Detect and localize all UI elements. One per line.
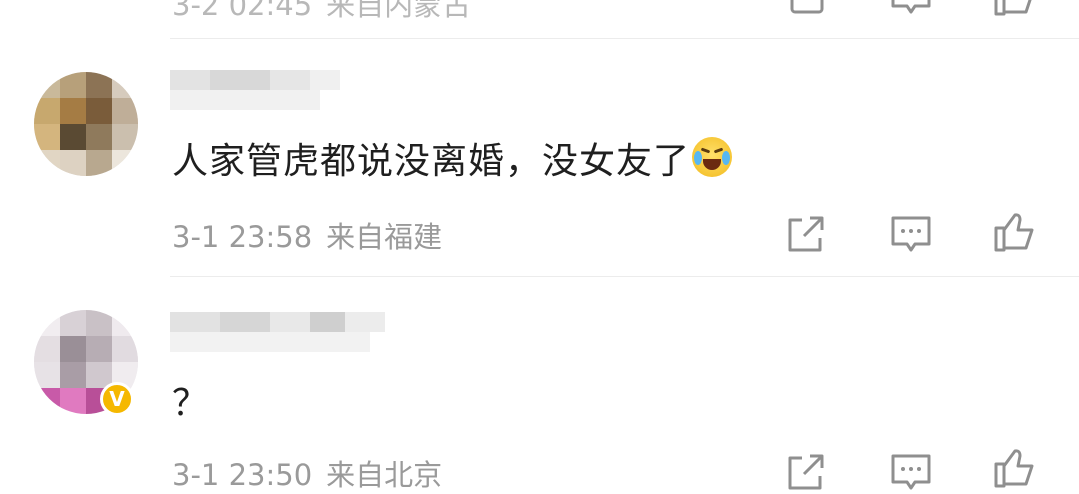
like-icon[interactable]	[992, 446, 1036, 490]
comment-item-partial: 3-2 02:45 来自内蒙古	[0, 0, 1079, 40]
username-blurred[interactable]	[170, 70, 340, 110]
comment-text-content: ？	[172, 383, 210, 424]
v-badge-icon: V	[100, 382, 134, 416]
comment-meta: 3-1 23:58 来自福建	[172, 214, 442, 256]
crying-laughing-emoji-icon	[692, 137, 733, 177]
divider	[170, 38, 1079, 39]
comment-text: ？	[172, 374, 209, 426]
reply-icon[interactable]	[889, 450, 933, 494]
comment-time: 3-2 02:45	[172, 0, 313, 22]
comment-text-content: 人家管虎都说没离婚，没女友了	[172, 141, 691, 182]
reply-icon[interactable]	[889, 212, 933, 256]
username-blurred[interactable]	[170, 312, 385, 352]
share-icon[interactable]	[786, 0, 830, 18]
comment-item: 人家管虎都说没离婚，没女友了 3-1 23:58 来自福建	[0, 40, 1079, 276]
like-icon[interactable]	[992, 0, 1036, 18]
share-icon[interactable]	[784, 450, 828, 494]
comment-time: 3-1 23:58	[172, 220, 313, 254]
avatar[interactable]	[34, 72, 138, 176]
comment-text: 人家管虎都说没离婚，没女友了	[172, 132, 733, 184]
comment-location: 来自福建	[326, 220, 443, 254]
divider	[170, 276, 1079, 277]
comment-item: V ？ 3-1 23:50 来自北京	[0, 278, 1079, 492]
comment-meta: 3-2 02:45 来自内蒙古	[172, 0, 471, 24]
comment-location: 来自内蒙古	[326, 0, 472, 22]
comment-time: 3-1 23:50	[172, 458, 313, 492]
comment-location: 来自北京	[326, 458, 443, 492]
reply-icon[interactable]	[889, 0, 933, 18]
comment-meta: 3-1 23:50 来自北京	[172, 452, 442, 494]
like-icon[interactable]	[992, 210, 1036, 254]
share-icon[interactable]	[784, 212, 828, 256]
